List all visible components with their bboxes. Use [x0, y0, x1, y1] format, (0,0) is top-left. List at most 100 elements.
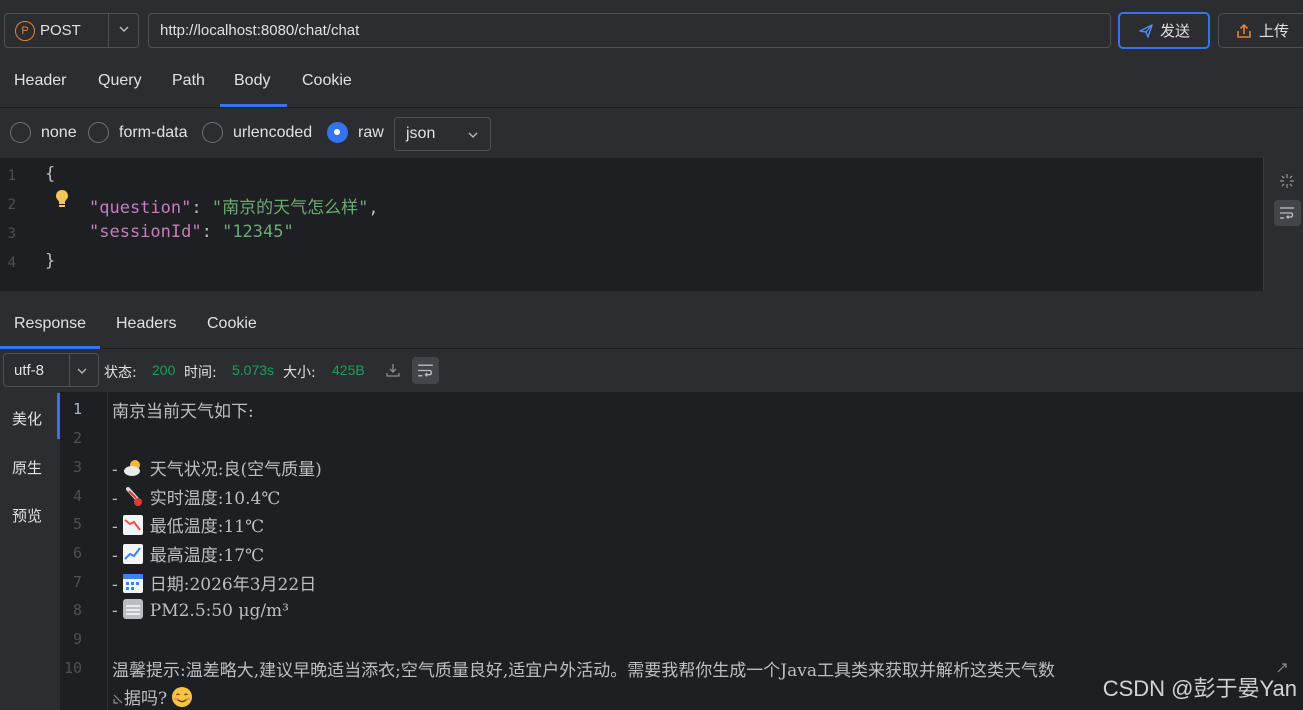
tab-cookie[interactable]: Cookie	[302, 72, 352, 90]
size-value: 425B	[332, 362, 365, 378]
response-line-continuation: 据吗?	[112, 684, 199, 709]
radio-raw-label[interactable]: raw	[358, 124, 384, 142]
response-line-text: 最低温度:11℃	[149, 517, 265, 537]
method-label: POST	[40, 22, 81, 39]
tab-query[interactable]: Query	[98, 72, 142, 90]
list-bullet: -	[112, 601, 118, 621]
response-line: 南京当前天气如下:	[112, 402, 254, 422]
response-line-text: 最高温度:17℃	[149, 546, 265, 566]
list-bullet: -	[112, 489, 118, 509]
response-line-text: 实时温度:10.4℃	[149, 489, 281, 509]
status-value: 200	[152, 362, 176, 378]
view-mode-raw[interactable]: 原生	[12, 457, 42, 478]
radio-urlencoded[interactable]	[202, 122, 223, 143]
radio-form-data-label[interactable]: form-data	[119, 124, 187, 142]
wrap-lines-icon	[1280, 207, 1294, 219]
lightbulb-icon[interactable]	[54, 189, 70, 209]
code-line-session: "sessionId": "12345"	[89, 222, 294, 242]
response-line: - 天气状况:良(空气质量)	[112, 455, 322, 480]
code-line-question: "question": "南京的天气怎么样",	[89, 198, 379, 218]
line-number: 5	[72, 515, 82, 533]
watermark: CSDN @彭于晏Yan	[1102, 676, 1297, 701]
chart-increasing-icon	[122, 544, 143, 564]
sparkle-icon[interactable]	[1278, 172, 1296, 190]
response-wrap-toggle[interactable]	[412, 357, 439, 384]
raw-format-select[interactable]: json	[394, 117, 491, 151]
tab-path[interactable]: Path	[172, 72, 205, 90]
upload-button[interactable]: 上传	[1218, 13, 1303, 48]
editor-tools	[1264, 158, 1303, 291]
upload-icon	[1237, 23, 1251, 38]
response-line: - 最低温度:11℃	[112, 512, 264, 537]
tab-headers[interactable]: Headers	[116, 315, 176, 333]
response-line: - 日期:2026年3月22日	[112, 570, 316, 595]
code-close-brace: }	[45, 251, 56, 271]
upload-label: 上传	[1259, 22, 1290, 40]
response-line: - PM2.5:50 μg/m³	[112, 598, 289, 621]
line-number: 9	[72, 630, 82, 648]
active-tab-indicator	[220, 104, 287, 107]
active-tab-indicator	[0, 346, 100, 349]
json-key: "sessionId"	[89, 222, 202, 242]
view-mode-nav: 美化 原生 预览	[0, 392, 60, 710]
response-tabs: Response Headers Cookie	[0, 292, 1303, 349]
divider	[108, 14, 109, 47]
soft-wrap-continue-icon	[113, 694, 123, 704]
request-tabs: Header Query Path Body Cookie	[0, 62, 1303, 108]
line-number: 3	[72, 458, 82, 476]
radio-urlencoded-label[interactable]: urlencoded	[233, 124, 312, 142]
time-value: 5.073s	[232, 362, 275, 378]
time-label: 时间:	[184, 365, 217, 381]
encoding-value: utf-8	[14, 362, 45, 379]
line-number: 2	[7, 197, 16, 213]
request-body-editor[interactable]: 1 2 3 4 { "question": "南京的天气怎么样", "sessi…	[0, 158, 1264, 291]
chevron-down-icon	[77, 368, 87, 374]
download-icon[interactable]	[385, 362, 401, 378]
fog-icon	[122, 599, 143, 619]
send-icon	[1139, 23, 1153, 38]
list-bullet: -	[112, 460, 118, 480]
raw-format-value: json	[406, 125, 436, 142]
tab-response[interactable]: Response	[14, 315, 86, 333]
list-bullet: -	[112, 546, 118, 566]
response-line: 温馨提示:温差略大,建议早晚适当添衣;空气质量良好,适宜户外活动。需要我帮你生成…	[112, 661, 1055, 681]
view-mode-preview[interactable]: 预览	[12, 505, 42, 526]
chevron-down-icon[interactable]	[117, 22, 131, 36]
response-line-text: 日期:2026年3月22日	[149, 575, 317, 595]
list-bullet: -	[112, 517, 118, 537]
line-number: 2	[72, 429, 82, 447]
encoding-select[interactable]: utf-8	[3, 353, 99, 387]
radio-form-data[interactable]	[88, 122, 109, 143]
line-number: 10	[63, 659, 82, 677]
tab-header[interactable]: Header	[14, 72, 66, 90]
line-number: 3	[7, 226, 16, 242]
method-select[interactable]: P POST	[4, 13, 139, 48]
radio-none[interactable]	[10, 122, 31, 143]
status-label: 状态:	[104, 365, 137, 381]
radio-none-label[interactable]: none	[41, 124, 77, 142]
list-bullet: -	[112, 575, 118, 595]
send-label: 发送	[1159, 22, 1190, 40]
response-line: - 最高温度:17℃	[112, 541, 264, 566]
view-mode-pretty[interactable]: 美化	[12, 408, 42, 429]
tab-body[interactable]: Body	[234, 72, 270, 90]
response-line-text: PM2.5:50 μg/m³	[149, 601, 289, 621]
chart-decreasing-icon	[122, 515, 143, 535]
line-number: 4	[7, 255, 16, 271]
response-line-text: 天气状况:良(空气质量)	[149, 460, 322, 480]
url-input[interactable]: http://localhost:8080/chat/chat	[148, 13, 1111, 48]
line-number: 1	[7, 168, 16, 184]
calendar-icon	[122, 574, 143, 593]
smiling-face-icon	[172, 687, 193, 707]
wrap-toggle-button[interactable]	[1274, 200, 1301, 226]
code-open-brace: {	[45, 164, 56, 184]
line-number: 7	[72, 573, 82, 591]
wrap-lines-icon	[418, 364, 433, 377]
json-key: "question"	[89, 198, 192, 218]
send-button[interactable]: 发送	[1118, 12, 1210, 49]
line-number: 4	[72, 487, 82, 505]
line-number: 6	[72, 544, 82, 562]
tab-cookie[interactable]: Cookie	[207, 315, 257, 333]
radio-raw[interactable]	[327, 122, 348, 143]
sun-behind-cloud-icon	[123, 460, 140, 476]
